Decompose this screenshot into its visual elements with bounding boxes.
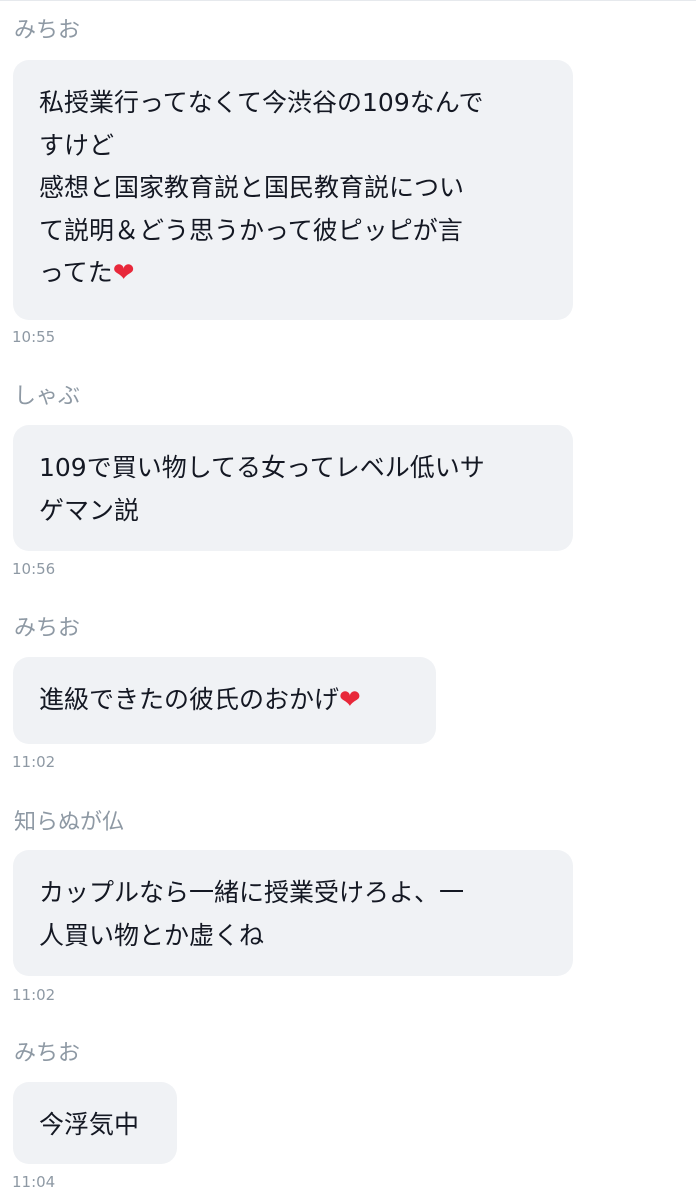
sender-name: 知らぬが仏 [14,810,125,835]
message-text-line: 感想と国家教育説と国民教育説につい [39,173,465,202]
sender-name: しゃぶ [14,384,81,409]
sender-name: みちお [14,18,81,43]
message-bubble[interactable]: 109で買い物してる女ってレベル低いサ ゲマン説 [13,425,573,551]
message-bubble[interactable]: カップルなら一緒に授業受けろよ、一 人買い物とか虚くね [13,850,573,976]
message-text-line: ゲマン説 [39,495,140,525]
sender-name: みちお [14,1041,81,1066]
heart-icon: ❤ [339,685,361,715]
message-bubble[interactable]: 進級できたの彼氏のおかげ❤ [13,657,436,744]
message-text: 進級できたの彼氏のおかげ [39,685,340,714]
message-timestamp: 11:04 [12,1173,56,1191]
message-timestamp: 11:02 [12,986,56,1004]
message-text-line: 人買い物とか虚くね [39,920,265,950]
message-text-line: 今浮気中 [39,1110,140,1139]
message-text-line: 109で買い物してる女ってレベル低いサ [39,453,485,482]
message-timestamp: 10:55 [12,328,56,346]
message-bubble[interactable]: 今浮気中 [13,1082,177,1164]
message-text-line: て説明＆どう思うかって彼ピッピが言 [39,215,463,245]
message-timestamp: 10:56 [12,560,56,578]
message-timestamp: 11:02 [12,753,56,771]
message-text-line: ってた❤ [39,252,547,295]
message-text-line: 私授業行ってなくて今渋谷の109なんで [39,88,484,117]
chat-thread: みちお 私授業行ってなくて今渋谷の109なんで すけど 感想と国家教育説と国民教… [0,0,696,1200]
message-text: ってた [39,258,113,287]
sender-name: みちお [14,616,81,641]
message-bubble[interactable]: 私授業行ってなくて今渋谷の109なんで すけど 感想と国家教育説と国民教育説につ… [13,60,573,320]
heart-icon: ❤ [112,258,135,288]
message-text-line: 進級できたの彼氏のおかげ❤ [39,679,410,722]
message-text-line: すけど [39,130,115,160]
message-text-line: カップルなら一緒に授業受けろよ、一 [39,878,465,907]
